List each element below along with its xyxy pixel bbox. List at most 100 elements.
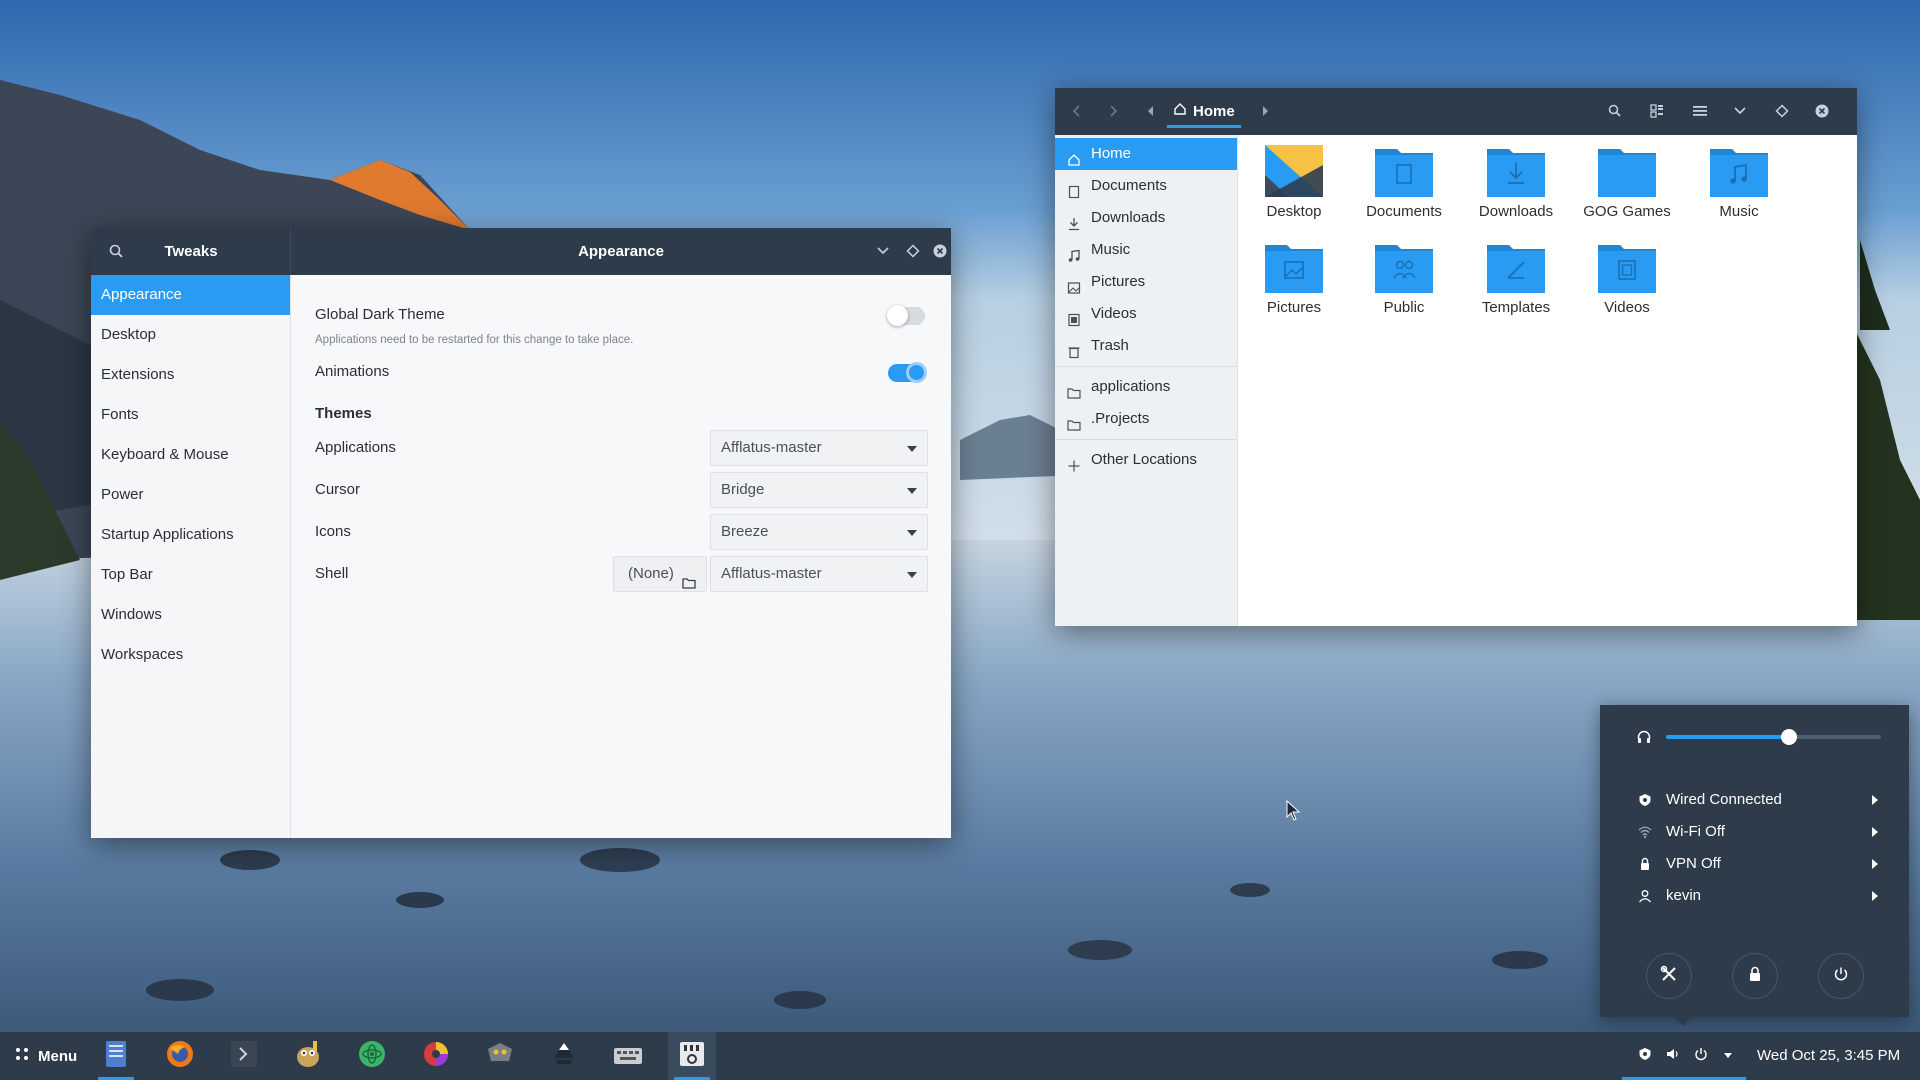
gnome-tweaks-launcher[interactable] [476, 1032, 524, 1080]
lock-button[interactable] [1732, 953, 1778, 999]
sidebar-item-trash[interactable]: Trash [1055, 330, 1237, 362]
pictures-folder-icon [1265, 241, 1323, 293]
sidebar-item-videos[interactable]: Videos [1055, 298, 1237, 330]
cursor-theme-label: Cursor [315, 481, 361, 498]
keyboard-app-launcher[interactable] [604, 1032, 652, 1080]
search-icon[interactable] [1605, 101, 1625, 121]
system-tray[interactable] [1638, 1032, 1734, 1080]
files-launcher[interactable] [92, 1032, 140, 1080]
file-item-gog-games[interactable]: GOG Games [1572, 145, 1682, 220]
clock[interactable]: Wed Oct 25, 3:45 PM [1757, 1032, 1900, 1080]
volume-slider-knob[interactable] [1780, 729, 1797, 745]
gimp-icon [293, 1039, 323, 1073]
sidebar-item-desktop[interactable]: Desktop [91, 315, 290, 355]
sidebar-item-appearance[interactable]: Appearance [91, 275, 290, 315]
sidebar-item-music[interactable]: Music [1055, 234, 1237, 266]
sidebar-item-applications[interactable]: applications [1055, 371, 1237, 403]
file-item-videos[interactable]: Videos [1572, 241, 1682, 316]
dropdown-arrow-icon [907, 572, 917, 578]
sidebar-item-windows[interactable]: Windows [91, 595, 290, 635]
sidebar-item-home[interactable]: Home [1055, 138, 1237, 170]
sidebar-item-documents[interactable]: Documents [1055, 170, 1237, 202]
music-folder-icon [1710, 145, 1768, 197]
volume-slider[interactable] [1666, 729, 1881, 745]
file-item-music[interactable]: Music [1684, 145, 1794, 220]
icons-theme-dropdown[interactable]: Breeze [710, 514, 928, 550]
sidebar-item-top-bar[interactable]: Top Bar [91, 555, 290, 595]
close-icon[interactable] [930, 241, 950, 261]
inkscape-icon [550, 1040, 578, 1072]
user-menu-item[interactable]: kevin [1600, 881, 1909, 911]
maximize-icon[interactable] [1772, 101, 1792, 121]
vpn-menu-item[interactable]: VPN Off [1600, 849, 1909, 879]
appearance-panel: Global Dark Theme Applications need to b… [292, 275, 951, 838]
vpn-icon [1638, 857, 1652, 871]
view-options-icon[interactable] [1647, 101, 1667, 121]
shell-theme-value: Afflatus-master [721, 565, 822, 582]
settings-button[interactable] [1646, 953, 1692, 999]
file-item-documents[interactable]: Documents [1349, 145, 1459, 220]
path-left-icon[interactable] [1141, 101, 1161, 121]
folder-icon [1598, 145, 1656, 197]
file-grid: Desktop Documents Downloads GOG Games Mu… [1239, 135, 1857, 626]
global-dark-theme-switch[interactable] [887, 305, 925, 326]
file-item-downloads[interactable]: Downloads [1461, 145, 1571, 220]
gimp-launcher[interactable] [284, 1032, 332, 1080]
forward-icon[interactable] [1103, 101, 1123, 121]
sidebar-item-pictures[interactable]: Pictures [1055, 266, 1237, 298]
icons-theme-label: Icons [315, 523, 351, 540]
wifi-menu-item[interactable]: Wi-Fi Off [1600, 817, 1909, 847]
sidebar-item-other-locations[interactable]: Other Locations [1055, 444, 1237, 476]
sidebar-item-extensions[interactable]: Extensions [91, 355, 290, 395]
sidebar-item-startup-applications[interactable]: Startup Applications [91, 515, 290, 555]
system-monitor-launcher[interactable] [668, 1032, 716, 1080]
minimize-icon[interactable] [873, 241, 893, 261]
file-item-public[interactable]: Public [1349, 241, 1459, 316]
documents-folder-icon [1375, 145, 1433, 197]
animations-switch[interactable] [888, 362, 927, 383]
cursor-theme-dropdown[interactable]: Bridge [710, 472, 928, 508]
sidebar-item-downloads[interactable]: Downloads [1055, 202, 1237, 234]
shell-theme-dropdown[interactable]: Afflatus-master [710, 556, 928, 592]
sidebar-item-keyboard-mouse[interactable]: Keyboard & Mouse [91, 435, 290, 475]
sidebar-item-power[interactable]: Power [91, 475, 290, 515]
bottom-panel: Menu Wed Oct 25, 3:45 PM [0, 1032, 1920, 1080]
power-button[interactable] [1818, 953, 1864, 999]
file-item-templates[interactable]: Templates [1461, 241, 1571, 316]
file-item-pictures[interactable]: Pictures [1239, 241, 1349, 316]
maximize-icon[interactable] [903, 241, 923, 261]
applications-theme-dropdown[interactable]: Afflatus-master [710, 430, 928, 466]
animations-label: Animations [315, 363, 390, 380]
tweaks-window: Tweaks Appearance Appearance Desktop Ext… [91, 228, 951, 838]
user-icon [1638, 889, 1652, 903]
mouse-pointer-icon [1286, 799, 1302, 826]
path-right-icon[interactable] [1255, 101, 1275, 121]
breadcrumb[interactable]: Home [1167, 98, 1241, 128]
minimize-icon[interactable] [1730, 101, 1750, 121]
back-icon[interactable] [1067, 101, 1087, 121]
lock-icon [1748, 966, 1762, 986]
menu-label: Menu [38, 1047, 78, 1065]
close-icon[interactable] [1812, 101, 1832, 121]
sidebar-item-fonts[interactable]: Fonts [91, 395, 290, 435]
shell-file-chooser-button[interactable]: (None) [613, 556, 707, 592]
dropdown-arrow-icon [907, 488, 917, 494]
system-menu-popover: Wired Connected Wi-Fi Off VPN Off kevin [1600, 705, 1909, 1026]
file-item-desktop[interactable]: Desktop [1239, 145, 1349, 220]
hamburger-menu-icon[interactable] [1690, 101, 1710, 121]
chevron-right-icon [1872, 859, 1878, 869]
atom-launcher[interactable] [348, 1032, 396, 1080]
color-wheel-launcher[interactable] [412, 1032, 460, 1080]
wired-network-menu-item[interactable]: Wired Connected [1600, 785, 1909, 815]
app-title: Tweaks [164, 243, 218, 260]
terminal-launcher[interactable] [220, 1032, 268, 1080]
wifi-label: Wi-Fi Off [1666, 823, 1725, 840]
inkscape-launcher[interactable] [540, 1032, 588, 1080]
application-menu-button[interactable]: Menu [14, 1032, 77, 1080]
file-item-label: Videos [1604, 299, 1650, 316]
sidebar-item-projects[interactable]: .Projects [1055, 403, 1237, 435]
file-item-label: Templates [1481, 299, 1551, 316]
gnome-tweaks-icon [485, 1039, 515, 1073]
sidebar-item-workspaces[interactable]: Workspaces [91, 635, 290, 675]
firefox-launcher[interactable] [156, 1032, 204, 1080]
